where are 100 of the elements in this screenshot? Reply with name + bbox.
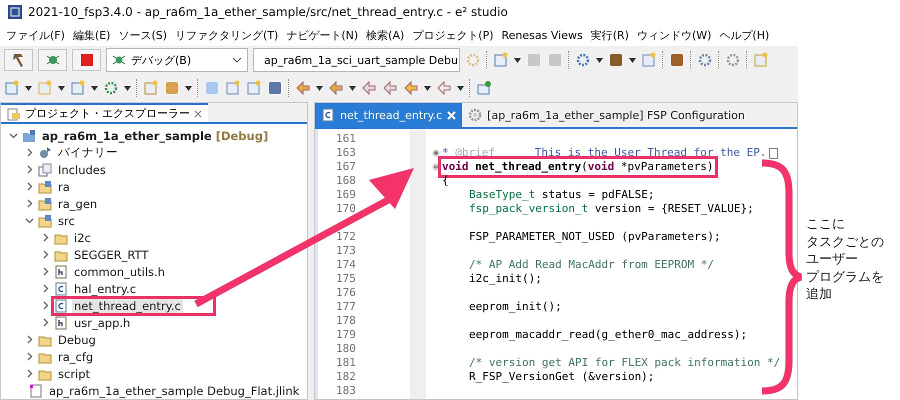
line-number: 178 [335, 314, 357, 328]
annotation-text: タスクごとの [806, 234, 884, 251]
c-file-icon [321, 108, 335, 122]
annotation-text: 追加 [806, 286, 832, 304]
dropdown-caret-icon[interactable] [91, 86, 98, 90]
includes-icon [38, 162, 52, 176]
tree-item[interactable]: Includes [56, 162, 108, 176]
bug-icon [112, 53, 126, 67]
build-button[interactable] [4, 49, 33, 71]
menu-item[interactable]: リファクタリング(T) [171, 28, 282, 42]
back-arrow-icon[interactable] [403, 80, 419, 96]
line-number: 174 [335, 258, 357, 272]
tree-item[interactable]: script [56, 366, 92, 380]
dropdown-caret-icon[interactable] [596, 58, 603, 62]
line-number: 161 [335, 132, 357, 146]
tree-item[interactable]: Debug [56, 332, 98, 346]
build-config-dropdown[interactable]: デバッグ(B) [106, 48, 248, 72]
dropdown-caret-icon[interactable] [316, 86, 323, 90]
launch-file-icon [29, 384, 43, 398]
dropdown-caret-icon[interactable] [424, 86, 431, 90]
tree-item[interactable]: hal_entry.c [72, 282, 138, 296]
line-number: 167 [335, 160, 357, 174]
line-number: 175 [335, 272, 357, 286]
expand-fold-icon[interactable] [432, 149, 440, 157]
dropdown-caret-icon[interactable] [58, 86, 65, 90]
code-line: eeprom_init(); [468, 300, 562, 314]
line-number: 177 [335, 300, 357, 314]
editor-tab[interactable]: net_thread_entry.c [315, 103, 462, 127]
explorer-tab[interactable]: プロジェクト・エクスプローラー [1, 103, 208, 122]
tree-item[interactable]: i2c [72, 230, 93, 244]
line-number: 176 [335, 286, 357, 300]
stop-icon [80, 54, 92, 66]
annotation-text: プログラムを [806, 268, 884, 286]
dropdown-caret-icon[interactable] [185, 86, 192, 90]
dropdown-caret-icon[interactable] [25, 86, 32, 90]
line-number: 180 [335, 342, 357, 356]
back-icon[interactable] [361, 80, 377, 96]
line-number: 179 [335, 328, 357, 342]
source-folder-icon [38, 180, 52, 194]
tree-item[interactable]: ap_ra6m_1a_ether_sample [Debug] [40, 128, 270, 142]
chevron-down-icon [232, 57, 242, 63]
dropdown-caret-icon[interactable] [629, 58, 636, 62]
editor-tab[interactable]: [ap_ra6m_1a_ether_sample] FSP Configuration [462, 103, 751, 127]
menu-item[interactable]: 検索(A) [362, 28, 408, 42]
menu-item[interactable]: Renesas Views [498, 28, 587, 42]
dropdown-caret-icon[interactable] [457, 86, 464, 90]
tree-item[interactable]: SEGGER_RTT [72, 248, 150, 262]
debug-button[interactable] [38, 49, 67, 71]
tree-item[interactable]: usr_app.h [72, 316, 132, 330]
tree-item[interactable]: src [56, 214, 77, 228]
folded-text-icon[interactable] [768, 148, 778, 158]
menu-item[interactable]: プロジェクト(P) [408, 28, 498, 42]
expanded-chevron-icon[interactable] [9, 131, 18, 140]
menu-item[interactable]: ファイル(F) [2, 28, 69, 42]
tree-item[interactable]: ra_cfg [56, 350, 96, 364]
line-number: 181 [335, 356, 357, 370]
explorer-icon [7, 106, 21, 120]
collapse-fold-icon[interactable] [432, 163, 440, 171]
dropdown-caret-icon[interactable] [514, 58, 521, 62]
menu-item[interactable]: 実行(R) [586, 28, 633, 42]
tree-item[interactable]: ra_gen [56, 196, 100, 210]
code-line: { [442, 174, 449, 188]
previous-annotation-icon[interactable] [328, 80, 344, 96]
header-file-icon [54, 316, 68, 330]
menu-item[interactable]: 編集(E) [68, 28, 114, 42]
line-number: 182 [335, 370, 357, 384]
menu-item[interactable]: ナビゲート(N) [282, 28, 362, 42]
app-icon [8, 5, 22, 19]
dropdown-caret-icon[interactable] [349, 86, 356, 90]
tree-item[interactable]: net_thread_entry.c [72, 298, 183, 312]
menu-item[interactable]: ソース(S) [114, 28, 172, 42]
menu-item[interactable]: ヘルプ(H) [715, 28, 774, 42]
stop-button[interactable] [72, 49, 101, 71]
close-icon[interactable] [194, 110, 202, 118]
line-number: 183 [335, 384, 357, 398]
code-line: R_FSP_VersionGet (&version); [468, 370, 654, 384]
tree-item[interactable]: ap_ra6m_1a_ether_sample Debug_Flat.jlink [47, 384, 302, 398]
code-line: /* version get API for FLEX pack information */ [468, 356, 780, 370]
tree-item[interactable]: ra [56, 180, 72, 194]
binaries-icon [38, 146, 52, 160]
code-line: /* AP Add Read MacAddr from EEPROM */ [468, 258, 714, 272]
expanded-chevron-icon[interactable] [25, 216, 34, 225]
project-icon [22, 128, 36, 142]
launch-config-dropdown[interactable]: ap_ra6m_1a_sci_uart_sample Debu [253, 48, 460, 72]
dropdown-caret-icon[interactable] [124, 86, 131, 90]
header-file-icon [54, 264, 68, 278]
next-annotation-icon[interactable] [295, 80, 311, 96]
line-number: 172 [335, 230, 357, 244]
c-file-icon [54, 298, 68, 312]
line-number: 169 [335, 188, 357, 202]
c-file-icon [54, 282, 68, 296]
annotation-text: ユーザー [806, 251, 858, 268]
line-number: 168 [335, 174, 357, 188]
settings-icon[interactable] [725, 52, 741, 68]
tree-item[interactable]: common_utils.h [72, 264, 167, 278]
gear-icon [468, 108, 482, 122]
code-line: BaseType_t status = pdFALSE; [468, 188, 654, 202]
tree-item[interactable]: バイナリー [56, 145, 120, 160]
code-line: FSP_PARAMETER_NOT_USED (pvParameters); [468, 230, 721, 244]
menu-item[interactable]: ウィンドウ(W) [632, 28, 716, 42]
